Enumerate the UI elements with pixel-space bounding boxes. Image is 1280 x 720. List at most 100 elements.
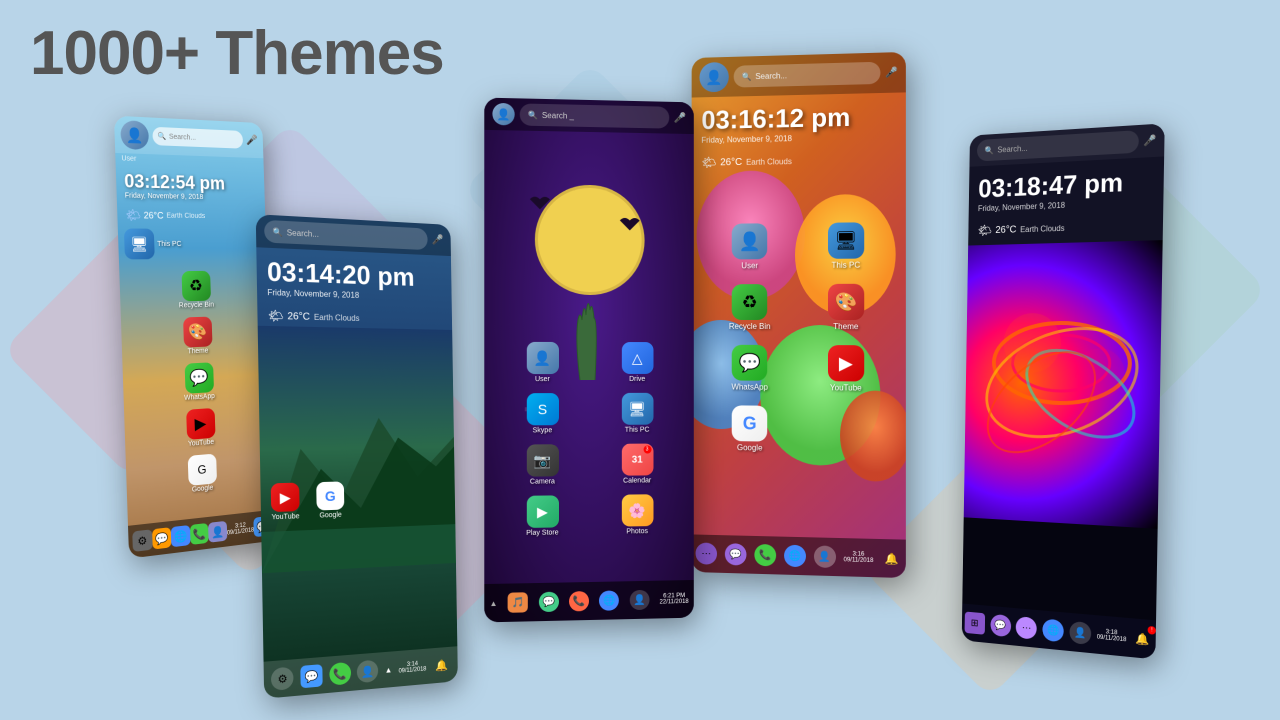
phone2-youtube-icon-area: ▶ YouTube: [271, 483, 300, 522]
phone3-icons-grid: 👤 User △ Drive S Skype 🖥 This PC 📷: [484, 332, 694, 548]
phone3-mic-icon: 🎤: [674, 112, 686, 123]
phone1-youtube-row: ▶ YouTube: [130, 404, 267, 452]
phone2-taskbar-phone: 📞: [329, 662, 351, 686]
phone5-clock: 03:18:47 pm Friday, November 9, 2018: [969, 156, 1165, 221]
phone1-taskbar-settings: ⚙: [132, 529, 152, 552]
phone1-recycle-icon: ♻: [181, 271, 211, 302]
phone4-avatar: 👤: [699, 62, 728, 92]
phone2-landscape: ▶ YouTube G Google: [258, 326, 456, 573]
phone4-taskbar-chrome: 🌐: [784, 545, 806, 568]
phone2-google-icon-area: G Google: [316, 481, 344, 519]
phone1-youtube-icon: ▶: [186, 408, 215, 440]
phone4-mic-icon: 🎤: [885, 67, 898, 78]
phone5-taskbar: ⊞ 💬 ⋯ 🌐 👤 3:18 09/11/2018 🔔 !: [962, 604, 1156, 660]
phone4-taskbar-dots: ⋯: [695, 542, 716, 564]
phone2-taskbar-user: 👤: [357, 660, 379, 684]
phone5-taskbar-msg: 💬: [990, 614, 1011, 637]
phone2-weather-icon: 🌤: [268, 308, 284, 323]
phone3-taskbar-phone: 📞: [569, 591, 589, 611]
phone3-header: 👤 🔍 Search _ 🎤: [484, 98, 694, 134]
phone5-neon-art: [964, 240, 1163, 529]
phone4-youtube-icon: ▶ YouTube: [804, 345, 887, 393]
phone1-taskbar-chrome: 🌐: [171, 525, 191, 547]
phone3-taskbar-user: 👤: [630, 590, 650, 610]
phone4-icons-grid: 👤 User 🖥 This PC ♻ Recycle Bin 🎨 Theme 💬: [692, 210, 906, 467]
phone4-taskbar-msg: 💬: [725, 543, 747, 565]
phone3-skype-icon: S Skype: [500, 393, 586, 435]
phone4-taskbar: ⋯ 💬 📞 🌐 👤 3:16 09/11/2018 🔔: [692, 534, 906, 578]
phone3-avatar: 👤: [492, 103, 514, 126]
page-title: 1000+ Themes: [30, 18, 444, 89]
phone2-taskbar: ⚙ 💬 📞 👤 ▲ 3:14 09/11/2018 🔔: [264, 646, 458, 699]
phone1-clock: 03:12:54 pm Friday, November 9, 2018: [116, 164, 265, 208]
phone4-user-icon: 👤 User: [709, 223, 790, 270]
phone1-whatsapp-row: 💬 WhatsApp: [129, 360, 266, 406]
phone3-taskbar-music: 🎵: [508, 592, 528, 613]
phone3-playstore-icon: ▶ Play Store: [500, 495, 586, 537]
phone1-pc-icon-row: 🖥 This PC: [118, 224, 267, 263]
phone5-taskbar-time: 3:18 09/11/2018: [1097, 628, 1127, 643]
phone4-whatsapp-icon: 💬 WhatsApp: [709, 345, 790, 392]
phone4-recycle-icon: ♻ Recycle Bin: [709, 284, 790, 331]
phone4-taskbar-bell: 🔔: [881, 548, 901, 569]
phone5-taskbar-windows: ⊞: [964, 611, 985, 634]
phone1-taskbar-phone: 📞: [190, 523, 209, 545]
phone3-drive-icon: △ Drive: [595, 342, 679, 383]
phone2-search: 🔍 Search...: [264, 220, 427, 250]
phone2-taskbar-bell: 🔔: [432, 655, 451, 676]
phone1-avatar: 👤: [120, 120, 149, 150]
phone1-weather-icon: 🌤: [125, 208, 141, 223]
phone3-taskbar: ▲ 🎵 💬 📞 🌐 👤 6:21 PM 22/11/2018: [484, 580, 694, 622]
phone1-google-row: G Google: [132, 449, 269, 499]
phone3-calendar-icon: 31 3 Calendar: [595, 443, 679, 485]
phone-screen-3: 👤 🔍 Search _ 🎤 👤 User △ Drive S: [484, 98, 694, 623]
phone1-theme-row: 🎨 Theme: [127, 315, 264, 358]
phone3-content: 👤 🔍 Search _ 🎤 👤 User △ Drive S: [484, 98, 694, 623]
phone2-taskbar-arrow: ▲: [385, 665, 393, 675]
phone4-weather: 🌤 26°C Earth Clouds: [692, 149, 906, 173]
phone3-taskbar-chrome: 🌐: [599, 590, 619, 610]
phone1-monitor-icon: 🖥: [124, 228, 155, 259]
phone4-weather-icon: 🌤: [701, 155, 716, 169]
phone5-taskbar-user: 👤: [1069, 621, 1091, 645]
phone1-taskbar-messages: 💬: [152, 527, 172, 549]
phone4-header: 👤 🔍 Search... 🎤: [692, 52, 906, 98]
phone2-taskbar-settings: ⚙: [271, 666, 294, 690]
phone5-taskbar-bell: 🔔 !: [1132, 628, 1153, 650]
phone1-weather: 🌤 26°C Earth Clouds: [117, 206, 266, 226]
phone4-clock: 03:16:12 pm Friday, November 9, 2018: [692, 92, 906, 153]
phone1-icons: ♻ Recycle Bin 🎨 Theme 💬 WhatsApp ▶ YouTu…: [119, 262, 274, 508]
phone5-weather-icon: 🌤: [977, 223, 991, 237]
phone3-user-icon: 👤 User: [500, 342, 586, 383]
phone4-theme-icon: 🎨 Theme: [804, 284, 887, 331]
phone2-mic-icon: 🎤: [432, 234, 444, 245]
phone3-this-pc-icon: 🖥 This PC: [595, 393, 679, 434]
phone1-taskbar-user: 👤: [208, 521, 227, 543]
phone3-taskbar-time: 6:21 PM 22/11/2018: [660, 593, 689, 606]
phone4-taskbar-time: 3:16 09/11/2018: [844, 551, 874, 564]
phone4-search: 🔍 Search...: [734, 62, 880, 88]
phone5-taskbar-dots: ⋯: [1016, 616, 1037, 640]
phone4-pc-icon: 🖥 This PC: [804, 222, 887, 270]
phone3-photos-icon: 🌸 Photos: [595, 494, 679, 536]
phone1-taskbar: ⚙ 💬 🌐 📞 👤 3:12 09/11/2018 💬: [128, 510, 276, 559]
phone4-google-icon: G Google: [709, 405, 790, 453]
phone1-search: 🔍 Search...: [152, 127, 242, 149]
phone3-taskbar-msg: 💬: [539, 592, 559, 612]
phone5-taskbar-chrome: 🌐: [1042, 618, 1064, 642]
phone3-search: 🔍 Search _: [520, 103, 669, 128]
phone5-mic-icon: 🎤: [1143, 135, 1156, 147]
phone1-header: 👤 🔍 Search... 🎤: [114, 116, 263, 159]
phone3-camera-icon: 📷 Camera: [500, 444, 586, 486]
phone1-taskbar-time: 3:12 09/11/2018: [227, 522, 255, 537]
phone3-taskbar-arrow: ▲: [490, 598, 498, 607]
phone1-whatsapp-icon: 💬: [184, 362, 213, 393]
phone1-google-icon: G: [187, 454, 216, 486]
phone1-mic-icon: 🎤: [246, 135, 258, 146]
phone-screen-1: 👤 🔍 Search... 🎤 User 03:12:54 pm Friday,…: [114, 116, 276, 559]
phone-screen-2: 🔍 Search... 🎤 03:14:20 pm Friday, Novemb…: [256, 214, 458, 699]
phone5-search: 🔍 Search...: [977, 130, 1139, 161]
phone2-taskbar-msg: 💬: [300, 664, 322, 688]
phones-showcase: 👤 🔍 Search... 🎤 User 03:12:54 pm Friday,…: [0, 0, 1280, 720]
phone4-taskbar-phone: 📞: [754, 544, 776, 566]
